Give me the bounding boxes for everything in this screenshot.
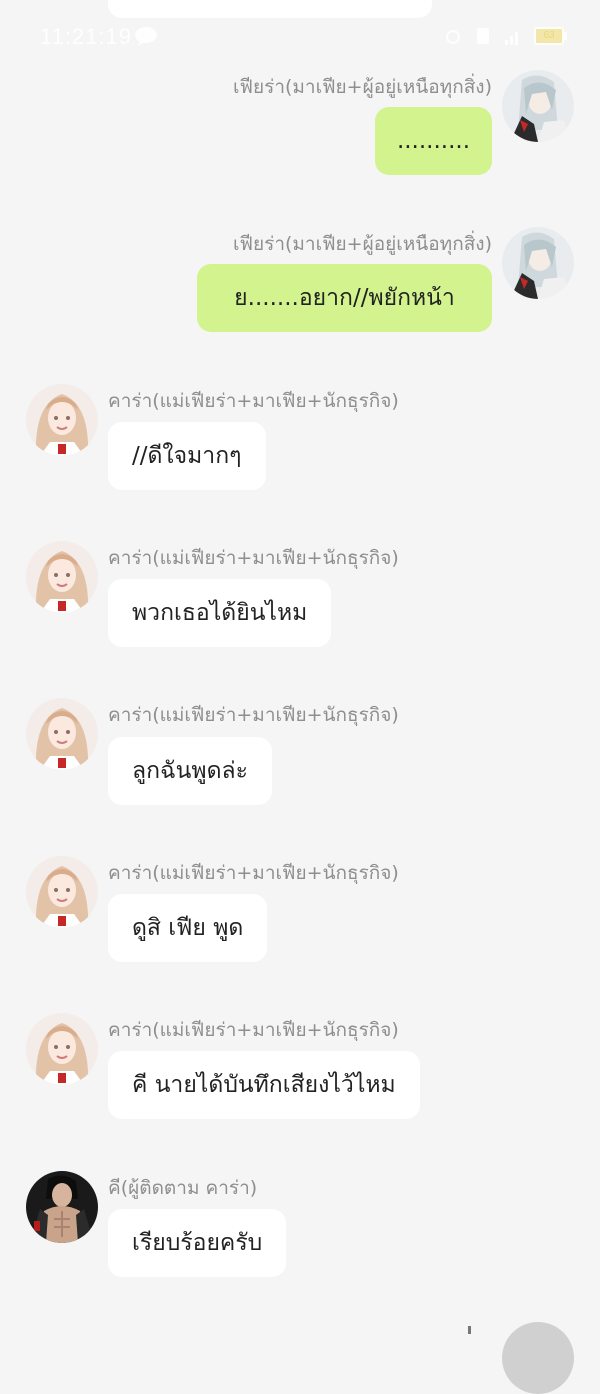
alarm-icon (446, 30, 460, 44)
battery-icon: 63 (534, 27, 567, 45)
sender-name: เฟียร่า(มาเฟีย+ผู้อยู่เหนือทุกสิ่ง) (233, 233, 492, 255)
kara-avatar[interactable] (26, 698, 98, 770)
fiara-avatar[interactable] (502, 227, 574, 299)
sender-name: คาร่า(แม่เฟียร่า+มาเฟีย+นักธุรกิจ) (108, 547, 399, 569)
message-bubble[interactable]: ย.......อยาก//พยักหน้า (197, 264, 492, 332)
sender-name: คาร่า(แม่เฟียร่า+มาเฟีย+นักธุรกิจ) (108, 390, 399, 412)
message-bubble[interactable]: ลูกฉันพูดล่ะ (108, 737, 272, 805)
message-bubble[interactable]: //ดีใจมากๆ (108, 422, 266, 490)
sender-name: คี(ผู้ติดตาม คาร่า) (108, 1177, 258, 1199)
status-time: 11:21:19 (40, 24, 133, 49)
sender-name: คาร่า(แม่เฟียร่า+มาเฟีย+นักธุรกิจ) (108, 1019, 399, 1041)
kara-avatar[interactable] (26, 1013, 98, 1085)
kara-avatar[interactable] (26, 384, 98, 456)
sim-icon (477, 28, 489, 44)
chat-notification-icon (135, 27, 157, 46)
message-bubble[interactable]: พวกเธอได้ยินไหม (108, 579, 332, 647)
fiara-avatar[interactable] (502, 70, 574, 142)
kee-avatar[interactable] (26, 1171, 98, 1243)
message-bubble[interactable]: เรียบร้อยครับ (108, 1209, 287, 1277)
message-bubble[interactable]: .......... (375, 107, 492, 175)
signal-icon (505, 32, 518, 45)
kara-avatar[interactable] (26, 856, 98, 928)
message-bubble[interactable]: คี นายได้บันทึกเสียงไว้ไหม (108, 1051, 420, 1119)
message-bubble[interactable]: ดูสิ เฟีย พูด (108, 894, 268, 962)
kara-avatar[interactable] (26, 541, 98, 613)
sender-name: คาร่า(แม่เฟียร่า+มาเฟีย+นักธุรกิจ) (108, 862, 399, 884)
sender-name: คาร่า(แม่เฟียร่า+มาเฟีย+นักธุรกิจ) (108, 704, 399, 726)
sender-name: เฟียร่า(มาเฟีย+ผู้อยู่เหนือทุกสิ่ง) (233, 76, 492, 98)
status-bar: 11:21:19 63 (0, 0, 600, 72)
